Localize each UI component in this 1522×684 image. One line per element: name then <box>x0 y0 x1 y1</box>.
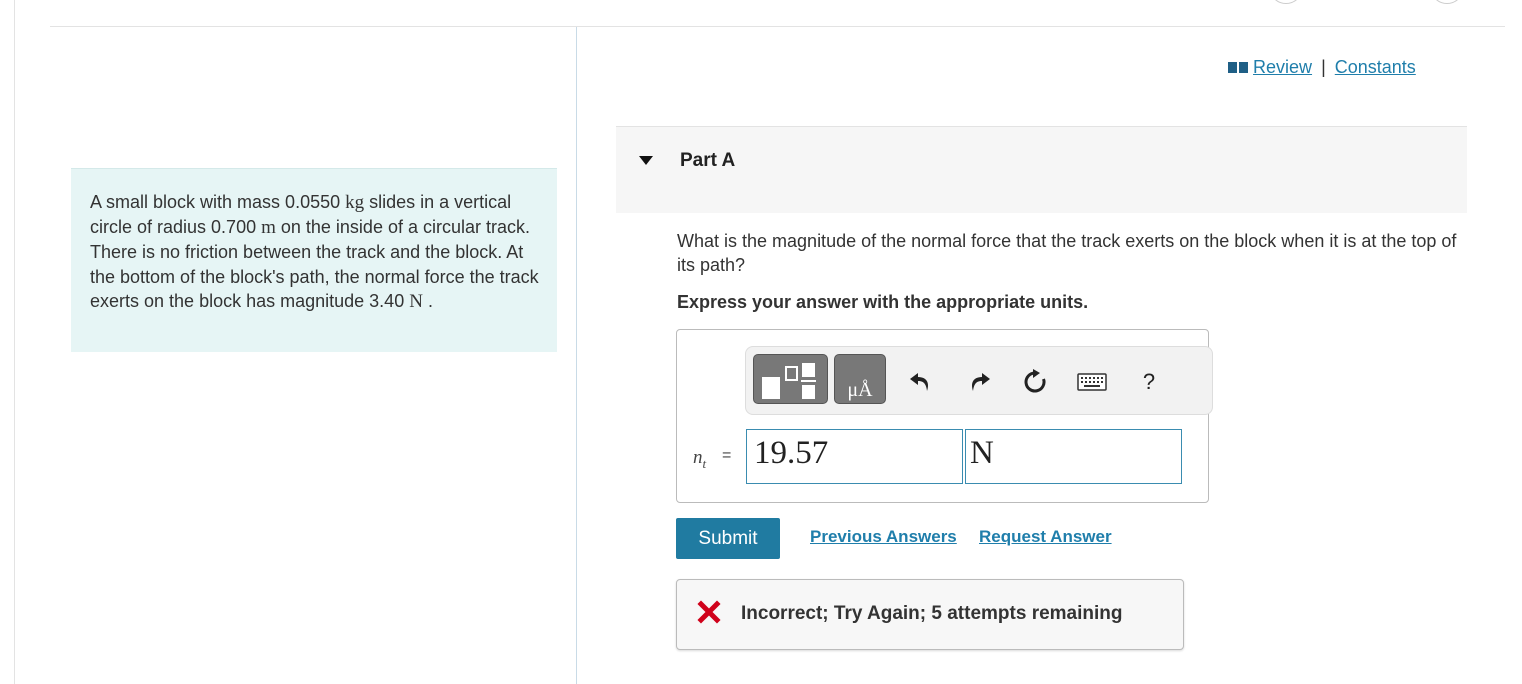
answer-value-input[interactable]: 19.57 <box>746 429 963 484</box>
variable-subscript: t <box>702 455 707 471</box>
problem-statement: A small block with mass 0.0550 kg slides… <box>71 168 557 352</box>
equals-sign: = <box>722 447 732 464</box>
answer-instruction: Express your answer with the appropriate… <box>677 292 1089 312</box>
part-title: Part A <box>680 150 736 171</box>
answer-variable: nt <box>693 447 706 472</box>
links-separator: | <box>1321 57 1326 77</box>
problem-text: A small block with mass 0.0550 <box>90 192 346 212</box>
submit-button[interactable]: Submit <box>676 518 780 559</box>
undo-button[interactable] <box>907 368 935 396</box>
feedback-text: Incorrect; Try Again; 5 attempts remaini… <box>741 603 1123 624</box>
unit-kg: kg <box>345 192 365 213</box>
nav-circle-button[interactable] <box>1430 0 1464 4</box>
templates-icon <box>762 363 816 399</box>
redo-button[interactable] <box>965 368 993 396</box>
variable-symbol: n <box>693 447 703 468</box>
question-text: What is the magnitude of the normal forc… <box>677 231 1457 275</box>
unit-n: N <box>409 290 423 312</box>
problem-text: . <box>422 290 433 311</box>
help-button[interactable]: ? <box>1135 368 1163 396</box>
units-button[interactable]: μÅ <box>834 354 886 404</box>
nav-circle-button[interactable] <box>1269 0 1303 4</box>
units-label: μÅ <box>847 379 873 401</box>
request-answer-link[interactable]: Request Answer <box>979 527 1112 547</box>
previous-answers-link[interactable]: Previous Answers <box>810 527 957 547</box>
keyboard-button[interactable] <box>1077 368 1107 396</box>
constants-link[interactable]: Constants <box>1335 57 1416 77</box>
reset-icon <box>1024 369 1046 393</box>
left-border <box>14 0 15 684</box>
review-constants-links: Review | Constants <box>1228 57 1416 78</box>
column-divider <box>576 27 577 684</box>
reset-button[interactable] <box>1021 368 1049 396</box>
top-divider <box>50 26 1505 27</box>
templates-button[interactable] <box>753 354 828 404</box>
x-icon <box>697 600 721 624</box>
undo-icon <box>910 373 928 391</box>
book-icon <box>1228 62 1248 73</box>
review-link[interactable]: Review <box>1253 57 1312 77</box>
collapse-triangle-icon[interactable] <box>639 156 653 165</box>
unit-m: m <box>261 217 276 239</box>
redo-icon <box>972 373 990 391</box>
keyboard-icon <box>1077 373 1107 391</box>
part-a-header[interactable] <box>616 126 1467 213</box>
answer-unit-input[interactable]: N <box>965 429 1182 484</box>
